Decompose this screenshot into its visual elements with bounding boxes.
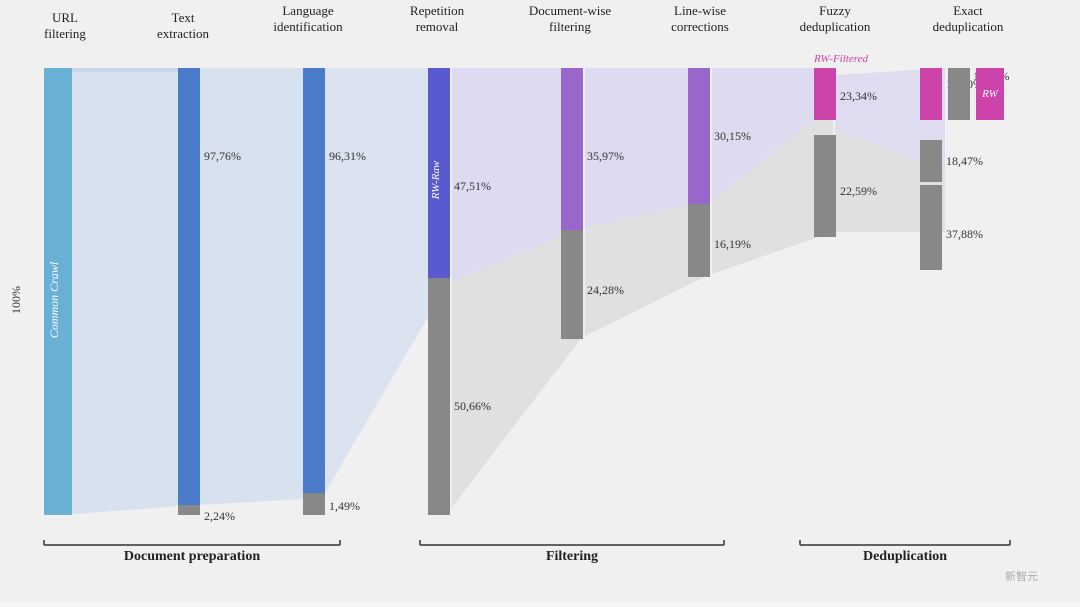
- pct-text-ext: 97,76%: [204, 149, 241, 163]
- header-exact-dedup2: deduplication: [933, 19, 1004, 34]
- bar-fuzzy-gray: [814, 135, 836, 237]
- pct-rep-rem-gray: 50,66%: [454, 399, 491, 413]
- pct-fuzzy-pink: 23,34%: [840, 89, 877, 103]
- bar-text-ext-gray: [178, 505, 200, 515]
- header-rep-removal2: removal: [416, 19, 459, 34]
- header-rep-removal: Repetition: [410, 3, 465, 18]
- label-common-crawl: Common Crawl: [47, 261, 61, 338]
- header-fuzzy-dedup2: deduplication: [800, 19, 871, 34]
- header-fuzzy-dedup: Fuzzy: [819, 3, 851, 18]
- header-lang-id2: identification: [273, 19, 343, 34]
- bar-doc-filter-gray: [561, 230, 583, 339]
- bar-doc-filter-purple: [561, 68, 583, 230]
- bar-lang-id-blue: [303, 68, 325, 493]
- bar-line-corr-gray: [688, 204, 710, 277]
- header-text-extraction: Text: [172, 10, 195, 25]
- pct-doc-filter-purple: 35,97%: [587, 149, 624, 163]
- bar-lang-id-gray: [303, 493, 325, 515]
- bar-exact-pink: [920, 68, 942, 120]
- bar-rep-rem-gray: [428, 278, 450, 515]
- header-text-extraction2: extraction: [157, 26, 209, 41]
- pct-exact-gray2: 18,47%: [946, 154, 983, 168]
- header-exact-dedup: Exact: [953, 3, 983, 18]
- bar-exact-gray2: [920, 140, 942, 182]
- pct-text-ext-gray: 2,24%: [204, 509, 235, 523]
- header-url-filtering: URL: [52, 10, 78, 25]
- pct-fuzzy-gray: 22,59%: [840, 184, 877, 198]
- label-rw-filtered: RW-Filtered: [813, 53, 868, 65]
- pct-line-corr-gray: 16,19%: [714, 237, 751, 251]
- pct-doc-filter-gray: 24,28%: [587, 283, 624, 297]
- pct-lang-id: 96,31%: [329, 149, 366, 163]
- header-line-corr: Line-wise: [674, 3, 726, 18]
- label-dedup: Deduplication: [863, 549, 947, 564]
- bar-line-corr-purple: [688, 68, 710, 204]
- bar-exact-gray-top: [948, 68, 970, 120]
- pipeline-chart: URL filtering Text extraction Language i…: [0, 0, 1080, 602]
- label-rw-raw: RW-Raw: [430, 160, 442, 200]
- bar-exact-gray3: [920, 185, 942, 270]
- pct-lang-id-gray: 1,49%: [329, 499, 360, 513]
- pct-line-corr-purple: 30,15%: [714, 129, 751, 143]
- bar-fuzzy-pink: [814, 68, 836, 120]
- label-rw: RW: [981, 88, 999, 100]
- chart-container: URL filtering Text extraction Language i…: [0, 0, 1080, 602]
- header-url-filtering2: filtering: [44, 26, 86, 41]
- watermark: 新智元: [1005, 569, 1038, 583]
- header-doc-filter2: filtering: [549, 19, 591, 34]
- header-line-corr2: corrections: [671, 19, 729, 34]
- pct-rep-rem-purple: 47,51%: [454, 179, 491, 193]
- bar-text-ext-blue: [178, 68, 200, 505]
- header-doc-filter: Document-wise: [529, 3, 612, 18]
- label-doc-prep: Document preparation: [124, 549, 260, 564]
- pct-exact-gray3: 37,88%: [946, 227, 983, 241]
- header-lang-id: Language: [282, 3, 333, 18]
- pct-common-crawl: 100%: [9, 286, 23, 314]
- label-filtering: Filtering: [546, 549, 598, 564]
